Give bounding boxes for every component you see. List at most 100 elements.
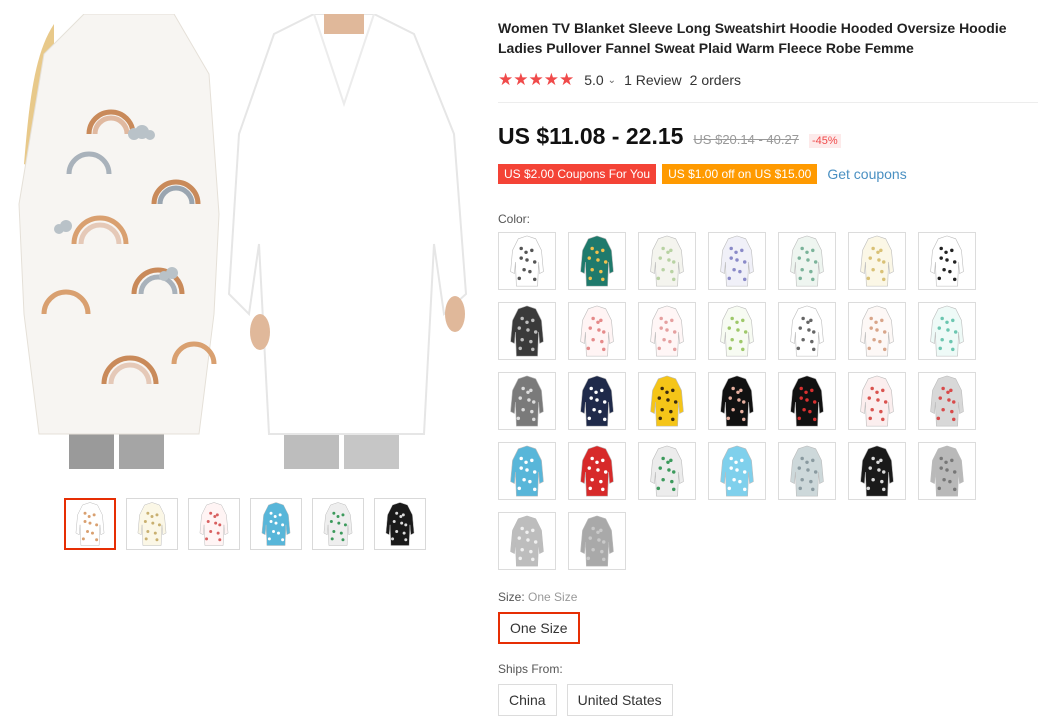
discount-badge: -45%	[808, 134, 841, 148]
hoodie-thumbnail-illustration	[510, 445, 544, 497]
main-product-image[interactable]	[14, 14, 474, 469]
hoodie-thumbnail-illustration	[720, 235, 754, 287]
color-swatch[interactable]	[778, 442, 836, 500]
hoodie-thumbnail-illustration	[137, 502, 167, 546]
color-swatch[interactable]	[708, 442, 766, 500]
color-swatch[interactable]	[918, 232, 976, 290]
color-swatch[interactable]	[568, 232, 626, 290]
hoodie-thumbnail-illustration	[510, 235, 544, 287]
hoodie-thumbnail-illustration	[510, 515, 544, 567]
main-image-illustration	[14, 14, 474, 469]
product-title: Women TV Blanket Sleeve Long Sweatshirt …	[498, 20, 1007, 56]
hoodie-thumbnail-illustration	[860, 305, 894, 357]
color-swatch[interactable]	[568, 442, 626, 500]
divider	[498, 102, 1038, 103]
order-count: 2 orders	[689, 72, 742, 88]
ships-from-option-china[interactable]: China	[498, 684, 557, 716]
color-swatch[interactable]	[708, 302, 766, 360]
rating-value[interactable]: 5.0	[584, 72, 603, 88]
original-price: US $20.14 - 40.27	[693, 132, 799, 147]
coupon-badge-store[interactable]: US $2.00 Coupons For You	[498, 164, 657, 184]
product-thumbnail[interactable]	[188, 498, 240, 550]
rating-row: ★★★★★ 5.0 ⌄ 1 Review 2 orders	[498, 70, 1038, 90]
product-thumbnail[interactable]	[64, 498, 116, 550]
color-swatch[interactable]	[568, 512, 626, 570]
color-swatch[interactable]	[918, 372, 976, 430]
hoodie-thumbnail-illustration	[510, 375, 544, 427]
product-thumbnail[interactable]	[250, 498, 302, 550]
size-selected-value: One Size	[528, 590, 578, 604]
size-options: One Size	[498, 612, 1038, 644]
hoodie-thumbnail-illustration	[790, 235, 824, 287]
coupon-row: US $2.00 Coupons For You US $1.00 off on…	[498, 164, 1038, 184]
color-swatch[interactable]	[778, 232, 836, 290]
hoodie-thumbnail-illustration	[790, 305, 824, 357]
color-swatch[interactable]	[638, 302, 696, 360]
hoodie-thumbnail-illustration	[580, 305, 614, 357]
coupon-badge-select[interactable]: US $1.00 off on US $15.00	[662, 164, 818, 184]
color-swatch[interactable]	[498, 232, 556, 290]
hoodie-thumbnail-illustration	[199, 502, 229, 546]
color-label: Color:	[498, 212, 1038, 226]
hoodie-thumbnail-illustration	[930, 445, 964, 497]
color-swatch[interactable]	[918, 442, 976, 500]
hoodie-thumbnail-illustration	[790, 375, 824, 427]
color-swatch[interactable]	[568, 302, 626, 360]
color-swatch[interactable]	[778, 302, 836, 360]
color-swatch[interactable]	[498, 372, 556, 430]
color-swatch[interactable]	[918, 302, 976, 360]
color-swatch[interactable]	[848, 372, 906, 430]
hoodie-thumbnail-illustration	[385, 502, 415, 546]
color-swatch[interactable]	[498, 302, 556, 360]
product-thumbnail[interactable]	[126, 498, 178, 550]
hoodie-thumbnail-illustration	[580, 445, 614, 497]
color-swatch[interactable]	[638, 442, 696, 500]
ships-from-label-text: Ships From:	[498, 662, 563, 676]
hoodie-thumbnail-illustration	[261, 502, 291, 546]
hoodie-thumbnail-illustration	[930, 235, 964, 287]
hoodie-thumbnail-illustration	[580, 515, 614, 567]
color-swatch[interactable]	[498, 512, 556, 570]
hoodie-thumbnail-illustration	[650, 375, 684, 427]
hoodie-thumbnail-illustration	[860, 235, 894, 287]
color-swatch[interactable]	[778, 372, 836, 430]
color-label-text: Color:	[498, 212, 531, 226]
ships-from-option-united-states[interactable]: United States	[566, 684, 673, 716]
color-swatch[interactable]	[568, 372, 626, 430]
ships-from-label: Ships From:	[498, 662, 1038, 676]
color-swatch[interactable]	[848, 232, 906, 290]
hoodie-thumbnail-illustration	[790, 445, 824, 497]
size-label-text: Size:	[498, 590, 525, 604]
hoodie-thumbnail-illustration	[860, 445, 894, 497]
hoodie-thumbnail-illustration	[720, 375, 754, 427]
hoodie-thumbnail-illustration	[580, 235, 614, 287]
size-label: Size: One Size	[498, 590, 1038, 604]
hoodie-thumbnail-illustration	[75, 502, 105, 546]
hoodie-thumbnail-illustration	[720, 305, 754, 357]
color-swatch[interactable]	[708, 232, 766, 290]
hoodie-thumbnail-illustration	[860, 375, 894, 427]
color-swatch[interactable]	[498, 442, 556, 500]
ships-from-options: China United States	[498, 684, 1038, 716]
hoodie-thumbnail-illustration	[510, 305, 544, 357]
hoodie-thumbnail-illustration	[580, 375, 614, 427]
chevron-down-icon[interactable]: ⌄	[608, 75, 616, 86]
product-thumbnail[interactable]	[374, 498, 426, 550]
color-swatch[interactable]	[638, 232, 696, 290]
hoodie-thumbnail-illustration	[650, 445, 684, 497]
size-option-one-size[interactable]: One Size	[498, 612, 580, 644]
current-price: US $11.08 - 22.15	[498, 123, 684, 149]
color-swatch[interactable]	[638, 372, 696, 430]
color-swatch[interactable]	[848, 302, 906, 360]
review-count-link[interactable]: 1 Review	[624, 72, 682, 88]
color-swatch[interactable]	[708, 372, 766, 430]
get-coupons-link[interactable]: Get coupons	[827, 166, 906, 182]
color-swatch[interactable]	[848, 442, 906, 500]
hoodie-thumbnail-illustration	[650, 235, 684, 287]
price-row: US $11.08 - 22.15 US $20.14 - 40.27 -45%	[498, 123, 1038, 150]
hoodie-thumbnail-illustration	[720, 445, 754, 497]
star-rating-icon: ★★★★★	[498, 70, 575, 89]
hoodie-thumbnail-illustration	[650, 305, 684, 357]
hoodie-thumbnail-illustration	[930, 375, 964, 427]
product-thumbnail[interactable]	[312, 498, 364, 550]
